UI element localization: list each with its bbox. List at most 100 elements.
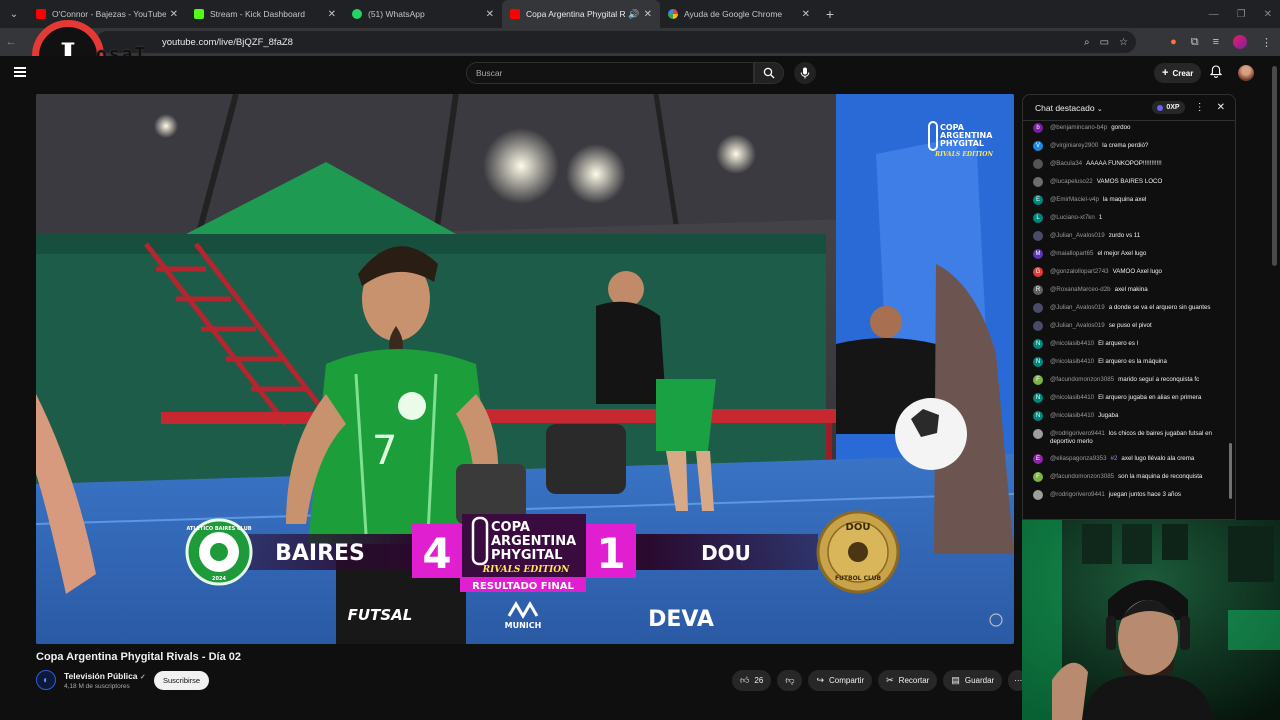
- chat-username[interactable]: @virginiarey2900: [1050, 142, 1098, 149]
- chat-user-avatar[interactable]: N: [1033, 393, 1043, 403]
- search-input[interactable]: Buscar: [466, 62, 754, 84]
- chat-username[interactable]: @gonzalollopart2743: [1050, 268, 1109, 275]
- chat-username[interactable]: @rodrigorivero9441: [1050, 430, 1105, 437]
- bookmark-star-icon[interactable]: ☆: [1119, 37, 1128, 48]
- chat-username[interactable]: @nicolasib4410: [1050, 394, 1094, 401]
- chat-message[interactable]: @Bacula34 AAAAA FUNKOPOP!!!!!!!!!!!: [1033, 159, 1227, 169]
- chat-message[interactable]: R @RoxanaMarceo-d2b axel makina: [1033, 285, 1227, 295]
- chat-user-avatar[interactable]: N: [1033, 357, 1043, 367]
- share-button[interactable]: ↪ Compartir: [808, 670, 873, 691]
- chat-message[interactable]: F @facundomonzon3085 marido seguí a reconq…: [1033, 375, 1227, 385]
- close-tab-icon[interactable]: ✕: [486, 9, 494, 20]
- browser-tab-active[interactable]: Copa Argentina Phygital Ri 🔊 ✕: [502, 0, 660, 28]
- chat-message[interactable]: @lucapeluso22 VAMOS BAIRES LOCO: [1033, 177, 1227, 187]
- chat-scrollbar-thumb[interactable]: [1229, 443, 1232, 499]
- chrome-menu-icon[interactable]: ⋮: [1261, 36, 1272, 49]
- tab-search-icon[interactable]: ⌄: [0, 0, 28, 28]
- extension-icon[interactable]: ●: [1170, 36, 1177, 48]
- new-tab-button[interactable]: +: [818, 0, 842, 28]
- minimize-icon[interactable]: —: [1209, 9, 1219, 20]
- chat-message[interactable]: V @virginiarey2900 la crema perdió?: [1033, 141, 1227, 151]
- chat-username[interactable]: @facundomonzon3085: [1050, 376, 1114, 383]
- chat-user-avatar[interactable]: R: [1033, 285, 1043, 295]
- notifications-bell-icon[interactable]: [1208, 65, 1224, 81]
- close-window-icon[interactable]: ✕: [1264, 9, 1272, 20]
- chat-message[interactable]: @rodrigorivero9441 juegan juntos hace 3 a…: [1033, 490, 1227, 500]
- chat-username[interactable]: @facundomonzon3085: [1050, 473, 1114, 480]
- chat-message[interactable]: @rodrigorivero9441 los chicos de baires j…: [1033, 429, 1227, 446]
- chat-message[interactable]: b @benjamincano-b4p gordoo: [1033, 123, 1227, 133]
- clip-button[interactable]: ✂ Recortar: [878, 670, 938, 691]
- chat-message[interactable]: E @EmirMaciel-v4p la maquina axel: [1033, 195, 1227, 205]
- chat-username[interactable]: @Julian_Avalos019: [1050, 322, 1105, 329]
- like-button[interactable]: 👍︎ 26: [732, 670, 772, 691]
- chat-username[interactable]: @EmirMaciel-v4p: [1050, 196, 1099, 203]
- close-tab-icon[interactable]: ✕: [644, 9, 652, 20]
- chat-user-avatar[interactable]: [1033, 321, 1043, 331]
- chat-message[interactable]: E @eliaspagonza9353 #2 axel lugo llévalo al…: [1033, 454, 1227, 464]
- save-button[interactable]: ▤ Guardar: [943, 670, 1003, 691]
- close-chat-icon[interactable]: ✕: [1217, 102, 1225, 113]
- channel-name[interactable]: Televisión Pública ✓: [64, 671, 146, 681]
- account-avatar[interactable]: [1238, 65, 1254, 81]
- chat-mode-selector[interactable]: Chat destacado ⌄: [1035, 103, 1152, 113]
- chat-message[interactable]: G @gonzalollopart2743 VAMOO Axel lugo: [1033, 267, 1227, 277]
- chat-message[interactable]: N @nicolasib4410 Jugaba: [1033, 411, 1227, 421]
- dislike-button[interactable]: 👎︎: [777, 670, 803, 691]
- chat-username[interactable]: @nicolasib4410: [1050, 412, 1094, 419]
- restore-icon[interactable]: ❐: [1237, 9, 1246, 20]
- address-bar[interactable]: youtube.com/live/BjQZF_8faZ8 ⌕ ▭ ☆: [96, 31, 1136, 53]
- chat-username[interactable]: @Luciano-xt7kn: [1050, 214, 1095, 221]
- xp-badge[interactable]: 0XP: [1152, 101, 1185, 114]
- zoom-icon[interactable]: ⌕: [1084, 37, 1090, 48]
- chat-user-avatar[interactable]: L: [1033, 213, 1043, 223]
- profile-avatar-icon[interactable]: [1233, 35, 1247, 49]
- browser-tab[interactable]: Stream - Kick Dashboard ✕: [186, 0, 344, 28]
- chat-username[interactable]: @lucapeluso22: [1050, 178, 1093, 185]
- chat-more-icon[interactable]: ⋮: [1195, 102, 1205, 113]
- chat-user-avatar[interactable]: G: [1033, 267, 1043, 277]
- chat-user-avatar[interactable]: E: [1033, 454, 1043, 464]
- chat-user-avatar[interactable]: F: [1033, 472, 1043, 482]
- chat-user-avatar[interactable]: [1033, 159, 1043, 169]
- speaker-icon[interactable]: 🔊: [628, 9, 639, 20]
- chat-username[interactable]: @eliaspagonza9353: [1050, 455, 1107, 462]
- chat-message[interactable]: @Julian_Avalos019 a donde se va el arquer…: [1033, 303, 1227, 313]
- close-tab-icon[interactable]: ✕: [328, 9, 336, 20]
- chat-user-avatar[interactable]: V: [1033, 141, 1043, 151]
- chat-message[interactable]: @Julian_Avalos019 zurdo vs 11: [1033, 231, 1227, 241]
- chat-username[interactable]: @Julian_Avalos019: [1050, 232, 1105, 239]
- chat-user-avatar[interactable]: F: [1033, 375, 1043, 385]
- puzzle-icon[interactable]: ⧉: [1191, 36, 1199, 49]
- subscribe-button[interactable]: Suscribirse: [154, 671, 210, 690]
- cast-icon[interactable]: ▭: [1100, 37, 1109, 48]
- search-button[interactable]: [754, 62, 784, 84]
- chat-username[interactable]: @maiallopart65: [1050, 250, 1093, 257]
- chat-user-avatar[interactable]: [1033, 490, 1043, 500]
- chat-user-avatar[interactable]: E: [1033, 195, 1043, 205]
- chat-user-avatar[interactable]: M: [1033, 249, 1043, 259]
- channel-avatar[interactable]: ◐: [36, 670, 56, 690]
- media-control-icon[interactable]: ≡: [1213, 36, 1219, 48]
- chat-message[interactable]: N @nicolasib4410 El arquero jugaba en alia…: [1033, 393, 1227, 403]
- chat-user-avatar[interactable]: N: [1033, 339, 1043, 349]
- chat-message[interactable]: @Julian_Avalos019 se puso el pivot: [1033, 321, 1227, 331]
- create-button[interactable]: + Crear: [1154, 63, 1202, 83]
- chat-message[interactable]: N @nicolasib4410 El arquero es la máquina: [1033, 357, 1227, 367]
- close-tab-icon[interactable]: ✕: [802, 9, 810, 20]
- chat-message[interactable]: M @maiallopart65 el mejor Axel lugo: [1033, 249, 1227, 259]
- chat-username[interactable]: @nicolasib4410: [1050, 358, 1094, 365]
- chat-user-avatar[interactable]: [1033, 231, 1043, 241]
- chat-message[interactable]: N @nicolasib4410 El arquero es l: [1033, 339, 1227, 349]
- chat-user-avatar[interactable]: b: [1033, 123, 1043, 133]
- back-icon[interactable]: ←: [0, 28, 22, 56]
- chat-scrollbar[interactable]: [1229, 125, 1232, 515]
- chat-username[interactable]: @nicolasib4410: [1050, 340, 1094, 347]
- chat-username[interactable]: @rodrigorivero9441: [1050, 491, 1105, 498]
- browser-tab[interactable]: (51) WhatsApp ✕: [344, 0, 502, 28]
- close-tab-icon[interactable]: ✕: [170, 9, 178, 20]
- browser-tab[interactable]: Ayuda de Google Chrome ✕: [660, 0, 818, 28]
- chat-user-avatar[interactable]: [1033, 177, 1043, 187]
- chat-message[interactable]: L @Luciano-xt7kn 1: [1033, 213, 1227, 223]
- chat-user-avatar[interactable]: [1033, 429, 1043, 439]
